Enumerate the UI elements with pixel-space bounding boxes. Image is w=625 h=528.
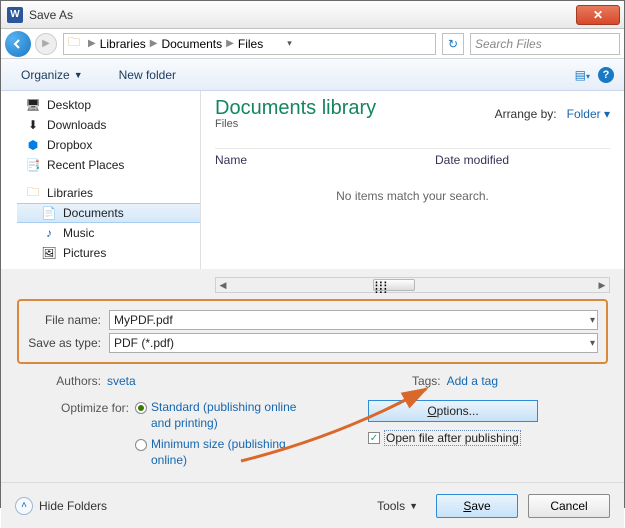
saveastype-label: Save as type:: [27, 336, 109, 350]
chevron-down-icon: ▼: [409, 501, 418, 511]
bottom-bar: ˄ Hide Folders Tools▼ Save Cancel: [1, 482, 624, 528]
chevron-down-icon[interactable]: ▾: [590, 315, 595, 326]
tree-recent[interactable]: 📑Recent Places: [1, 155, 200, 175]
options-button[interactable]: Options...: [368, 400, 538, 422]
col-name[interactable]: Name: [215, 153, 435, 167]
dropbox-icon: ⬢: [25, 138, 41, 152]
tags-label: Tags:: [397, 374, 447, 388]
form-area: File name: MyPDF.pdf▾ Save as type: PDF …: [1, 293, 624, 482]
downloads-icon: ⬇: [25, 118, 41, 132]
breadcrumb-seg[interactable]: Documents: [161, 37, 222, 51]
tree-downloads[interactable]: ⬇Downloads: [1, 115, 200, 135]
organize-menu[interactable]: Organize▼: [11, 66, 93, 84]
music-icon: ♪: [41, 226, 57, 240]
arrow-left-icon: [12, 38, 24, 50]
documents-icon: 📄: [41, 206, 57, 220]
tree-documents[interactable]: 📄Documents: [17, 203, 200, 223]
scroll-thumb[interactable]: ⁞⁞⁞: [373, 279, 415, 291]
filename-label: File name:: [27, 313, 109, 327]
pictures-icon: 🖼: [41, 246, 57, 260]
chevron-right-icon: ▶: [88, 38, 96, 49]
chevron-down-icon: ▼: [74, 70, 83, 80]
chevron-down-icon[interactable]: ▾: [287, 38, 292, 49]
filename-input[interactable]: MyPDF.pdf▾: [109, 310, 598, 330]
cancel-button[interactable]: Cancel: [528, 494, 610, 518]
save-button[interactable]: Save: [436, 494, 518, 518]
new-folder-button[interactable]: New folder: [111, 66, 184, 84]
checkbox-icon: ✓: [368, 432, 380, 444]
tree-dropbox[interactable]: ⬢Dropbox: [1, 135, 200, 155]
radio-minimum[interactable]: Minimum size (publishing online): [135, 437, 311, 468]
tree-libraries[interactable]: 🗀Libraries: [17, 183, 200, 203]
nav-tree: 🖥Desktop ⬇Downloads ⬢Dropbox 📑Recent Pla…: [1, 91, 201, 269]
radio-icon: [135, 439, 147, 451]
column-headers: Name Date modified: [215, 148, 610, 167]
tags-value[interactable]: Add a tag: [447, 374, 498, 388]
word-app-icon: W: [7, 7, 23, 23]
tree-pictures[interactable]: 🖼Pictures: [17, 243, 200, 263]
help-icon[interactable]: ?: [598, 67, 614, 83]
open-after-checkbox[interactable]: ✓ Open file after publishing: [368, 430, 608, 446]
highlight-annotation: File name: MyPDF.pdf▾ Save as type: PDF …: [17, 299, 608, 364]
radio-icon: [135, 402, 147, 414]
scroll-right-icon[interactable]: ▶: [595, 278, 609, 292]
nav-bar: ▶ 🗀 ▶ Libraries ▶ Documents ▶ Files ▾ ↻ …: [1, 29, 624, 59]
breadcrumb-seg[interactable]: Files: [238, 37, 263, 51]
refresh-button[interactable]: ↻: [442, 33, 464, 55]
empty-message: No items match your search.: [215, 189, 610, 203]
tree-music[interactable]: ♪Music: [17, 223, 200, 243]
chevron-right-icon: ▶: [150, 38, 158, 49]
desktop-icon: 🖥: [25, 98, 41, 112]
close-button[interactable]: ✕: [576, 5, 620, 25]
saveastype-select[interactable]: PDF (*.pdf)▾: [109, 333, 598, 353]
libraries-icon: 🗀: [25, 183, 41, 204]
horizontal-scrollbar[interactable]: ◀ ⁞⁞⁞ ▶: [215, 277, 610, 293]
scroll-left-icon[interactable]: ◀: [216, 278, 230, 292]
chevron-right-icon: ▶: [226, 38, 234, 49]
chevron-up-icon: ˄: [15, 497, 33, 515]
col-date[interactable]: Date modified: [435, 153, 509, 167]
hide-folders-button[interactable]: ˄ Hide Folders: [15, 497, 107, 515]
back-button[interactable]: [5, 31, 31, 57]
recent-icon: 📑: [25, 158, 41, 172]
arrange-by-value[interactable]: Folder ▾: [567, 107, 610, 121]
arrange-by: Arrange by: Folder ▾: [495, 107, 610, 121]
libraries-icon: 🗀: [68, 33, 80, 54]
optimize-label: Optimize for:: [17, 400, 135, 415]
close-icon: ✕: [593, 8, 603, 22]
chevron-down-icon[interactable]: ▾: [590, 338, 595, 349]
view-menu-icon[interactable]: ▤▾: [575, 68, 590, 82]
search-input[interactable]: Search Files: [470, 33, 620, 55]
tools-menu[interactable]: Tools▼: [377, 499, 418, 513]
file-list-pane: Documents library Files Arrange by: Fold…: [201, 91, 624, 269]
titlebar: W Save As ✕: [1, 1, 624, 29]
toolbar: Organize▼ New folder ▤▾ ?: [1, 59, 624, 91]
breadcrumb-seg[interactable]: Libraries: [100, 37, 146, 51]
save-as-dialog: W Save As ✕ ▶ 🗀 ▶ Libraries ▶ Documents …: [0, 0, 625, 508]
authors-value[interactable]: sveta: [107, 374, 136, 388]
radio-standard[interactable]: Standard (publishing online and printing…: [135, 400, 311, 431]
forward-button: ▶: [35, 33, 57, 55]
window-title: Save As: [29, 8, 576, 22]
authors-label: Authors:: [17, 374, 107, 388]
address-bar[interactable]: 🗀 ▶ Libraries ▶ Documents ▶ Files ▾: [63, 33, 436, 55]
tree-desktop[interactable]: 🖥Desktop: [1, 95, 200, 115]
